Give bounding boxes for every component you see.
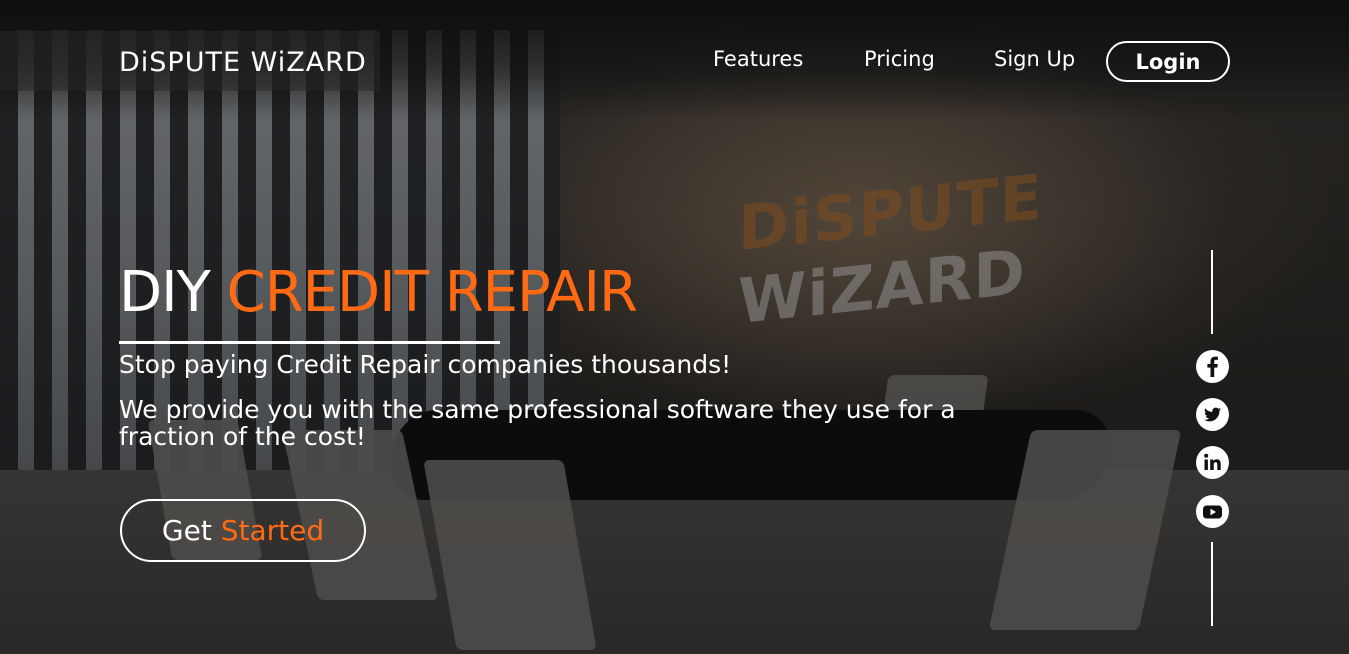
twitter-icon[interactable]: [1196, 398, 1229, 431]
cta-prefix: Get: [161, 514, 212, 547]
nav-features-link[interactable]: Features: [713, 47, 803, 71]
hero-title-prefix: DIY: [119, 260, 211, 325]
site-logo[interactable]: DiSPUTE WiZARD: [119, 47, 367, 78]
hero-description: We provide you with the same professiona…: [119, 395, 956, 451]
twitter-icon-glyph: [1204, 407, 1222, 422]
youtube-icon[interactable]: [1196, 495, 1229, 528]
linkedin-icon[interactable]: [1196, 446, 1229, 479]
facebook-icon[interactable]: [1196, 350, 1229, 383]
login-button[interactable]: Login: [1106, 41, 1230, 82]
hero-title: DIY CREDIT REPAIR: [119, 260, 638, 325]
nav-signup-link[interactable]: Sign Up: [994, 47, 1075, 71]
hero-title-accent: CREDIT REPAIR: [226, 260, 638, 325]
nav-pricing-link[interactable]: Pricing: [864, 47, 935, 71]
hero-divider: [119, 341, 500, 344]
linkedin-icon-glyph: [1204, 453, 1221, 470]
youtube-icon-glyph: [1203, 505, 1222, 519]
get-started-button[interactable]: Get Started: [120, 499, 366, 562]
login-button-label: Login: [1135, 49, 1201, 74]
social-rail-line-bottom: [1211, 542, 1213, 626]
cta-accent: Started: [220, 514, 325, 547]
hero-subtitle: Stop paying Credit Repair companies thou…: [119, 350, 732, 379]
social-rail-line-top: [1211, 250, 1213, 334]
facebook-icon-glyph: [1207, 356, 1218, 377]
